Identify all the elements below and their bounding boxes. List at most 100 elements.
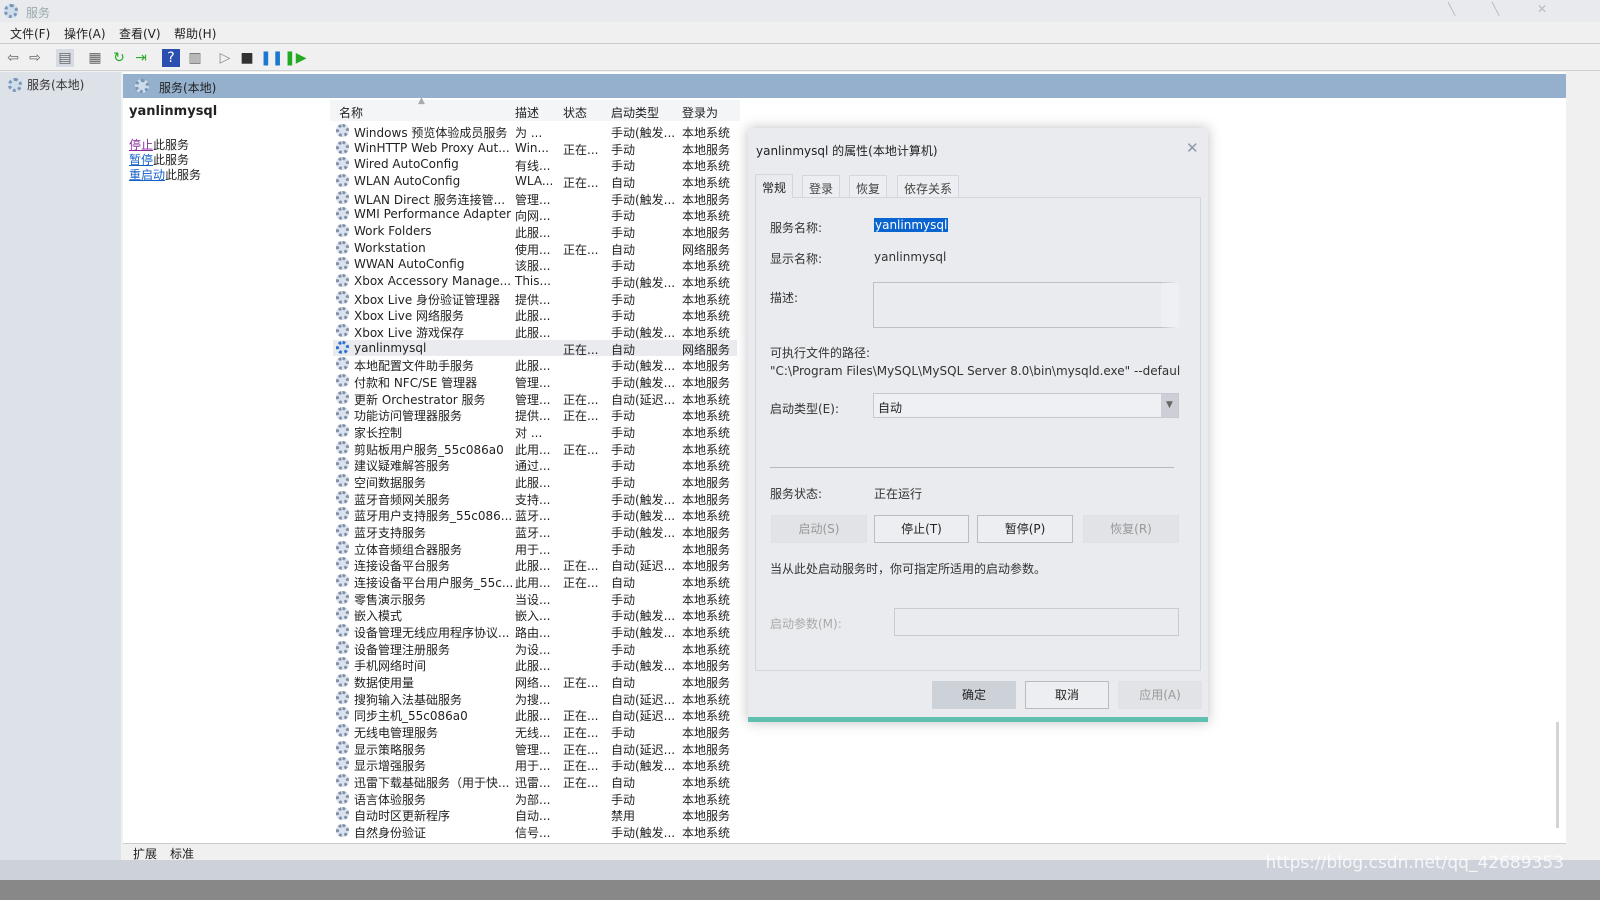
service-status: 正在... bbox=[563, 726, 599, 741]
help-icon[interactable]: ? bbox=[162, 49, 180, 67]
table-row[interactable]: WLAN AutoConfig WLA... 正在... 自动 本地系统 bbox=[333, 173, 737, 190]
table-row[interactable]: 显示策略服务 管理... 正在... 自动(延迟... 本地服务 bbox=[333, 740, 737, 757]
table-row[interactable]: 更新 Orchestrator 服务 管理... 正在... 自动(延迟... 本地系统 bbox=[333, 390, 737, 407]
table-row[interactable]: 手机网络时间 此服... 手动(触发... 本地服务 bbox=[333, 656, 737, 673]
table-row[interactable]: 付款和 NFC/SE 管理器 管理... 手动(触发... 本地服务 bbox=[333, 373, 737, 390]
table-row[interactable]: Work Folders 此服... 手动 本地服务 bbox=[333, 223, 737, 240]
restart-icon[interactable]: ❚▶ bbox=[284, 49, 307, 67]
column-header-name[interactable]: 名称 bbox=[339, 104, 363, 121]
stop-link[interactable]: 停止 bbox=[129, 138, 153, 152]
scrollbar[interactable] bbox=[1556, 722, 1559, 828]
table-row[interactable]: 同步主机_55c086a0 此服... 正在... 自动(延迟... 本地系统 bbox=[333, 706, 737, 723]
tab-recovery[interactable]: 恢复 bbox=[849, 175, 888, 198]
service-name: WWAN AutoConfig bbox=[354, 257, 465, 272]
description-textarea[interactable] bbox=[873, 282, 1179, 328]
table-row[interactable]: WLAN Direct 服务连接管... 管理... 手动(触发... 本地服务 bbox=[333, 190, 737, 207]
table-row[interactable]: 空间数据服务 此服... 手动 本地服务 bbox=[333, 473, 737, 490]
table-row[interactable]: WMI Performance Adapter 向网... 手动 本地系统 bbox=[333, 206, 737, 223]
table-row[interactable]: Workstation 使用... 正在... 自动 网络服务 bbox=[333, 240, 737, 257]
table-row[interactable]: 连接设备平台用户服务_55c... 此用... 正在... 自动 本地系统 bbox=[333, 573, 737, 590]
column-header-status[interactable]: 状态 bbox=[563, 104, 587, 121]
chevron-down-icon[interactable]: ▼ bbox=[1161, 394, 1178, 417]
table-row[interactable]: 搜狗输入法基础服务 为搜... 自动(延迟... 本地系统 bbox=[333, 690, 737, 707]
ok-button[interactable]: 确定 bbox=[932, 681, 1016, 709]
table-row[interactable]: 蓝牙用户支持服务_55c086... 蓝牙... 手动(触发... 本地系统 bbox=[333, 506, 737, 523]
back-icon[interactable]: ⇦ bbox=[4, 49, 22, 67]
pause-button[interactable]: 暂停(P) bbox=[977, 515, 1073, 543]
console-icon[interactable]: ▥ bbox=[186, 49, 204, 67]
table-row[interactable]: 迅雷下载基础服务（用于快... 迅雷... 正在... 自动 本地系统 bbox=[333, 773, 737, 790]
service-logon: 本地系统 bbox=[682, 776, 731, 791]
restart-link[interactable]: 重启动 bbox=[129, 168, 165, 182]
forward-icon[interactable]: ⇨ bbox=[26, 49, 44, 67]
table-row[interactable]: 零售演示服务 当设... 手动 本地系统 bbox=[333, 590, 737, 607]
table-row[interactable]: 蓝牙音频网关服务 支持... 手动(触发... 本地服务 bbox=[333, 490, 737, 507]
pause-icon[interactable]: ❚❚ bbox=[260, 49, 283, 67]
table-row[interactable]: 本地配置文件助手服务 此服... 手动(触发... 本地服务 bbox=[333, 356, 737, 373]
resume-button[interactable]: 恢复(R) bbox=[1083, 515, 1179, 543]
display-name-value[interactable]: yanlinmysql bbox=[874, 250, 946, 264]
close-icon[interactable]: ✕ bbox=[1537, 2, 1547, 16]
table-row[interactable]: 建议疑难解答服务 通过... 手动 本地系统 bbox=[333, 456, 737, 473]
table-row[interactable]: yanlinmysql 正在... 自动 网络服务 bbox=[333, 339, 737, 357]
table-row[interactable]: 连接设备平台服务 此服... 正在... 自动(延迟... 本地服务 bbox=[333, 556, 737, 573]
table-row[interactable]: 自然身份验证 信号... 手动(触发... 本地系统 bbox=[333, 823, 737, 840]
menu-view[interactable]: 查看(V) bbox=[119, 25, 161, 42]
table-row[interactable]: 数据使用量 网络... 正在... 自动 本地服务 bbox=[333, 673, 737, 690]
menu-help[interactable]: 帮助(H) bbox=[174, 25, 216, 42]
maximize-icon[interactable]: ╲ bbox=[1492, 2, 1499, 16]
show-hide-tree-icon[interactable]: ▤ bbox=[56, 49, 74, 67]
tree-item-services-local[interactable]: 服务(本地) bbox=[8, 76, 84, 93]
minimize-icon[interactable]: ╲ bbox=[1448, 2, 1455, 16]
menu-action[interactable]: 操作(A) bbox=[64, 25, 106, 42]
table-row[interactable]: 自动时区更新程序 自动... 禁用 本地服务 bbox=[333, 806, 737, 823]
table-row[interactable]: Wired AutoConfig 有线... 手动 本地系统 bbox=[333, 156, 737, 173]
services-gear-icon bbox=[8, 77, 22, 92]
apply-button[interactable]: 应用(A) bbox=[1118, 681, 1202, 709]
cancel-button[interactable]: 取消 bbox=[1025, 681, 1109, 709]
table-row[interactable]: WinHTTP Web Proxy Aut... Win... 正在... 手动 本地服… bbox=[333, 140, 737, 157]
table-row[interactable]: 设备管理注册服务 为设... 手动 本地系统 bbox=[333, 640, 737, 657]
tab-dependencies[interactable]: 依存关系 bbox=[897, 175, 960, 198]
table-row[interactable]: 无线电管理服务 无线... 正在... 手动 本地服务 bbox=[333, 723, 737, 740]
service-startup-type: 手动 bbox=[611, 542, 636, 557]
table-row[interactable]: 立体音频组合器服务 用于... 手动 本地服务 bbox=[333, 540, 737, 557]
service-name-value[interactable]: yanlinmysql bbox=[874, 218, 949, 232]
table-row[interactable]: 功能访问管理器服务 提供... 正在... 手动 本地系统 bbox=[333, 406, 737, 423]
table-row[interactable]: 语言体验服务 为部... 手动 本地系统 bbox=[333, 790, 737, 807]
table-row[interactable]: 剪贴板用户服务_55c086a0 此用... 正在... 手动 本地系统 bbox=[333, 440, 737, 457]
service-status-label: 服务状态: bbox=[770, 487, 823, 501]
table-row[interactable]: Xbox Live 网络服务 此服... 手动 本地系统 bbox=[333, 306, 737, 323]
start-icon[interactable]: ▷ bbox=[216, 49, 234, 67]
service-logon: 本地系统 bbox=[682, 642, 731, 657]
stop-icon[interactable]: ■ bbox=[238, 49, 256, 67]
export-icon[interactable]: ⇥ bbox=[132, 49, 150, 67]
startup-type-select[interactable]: 自动 ▼ bbox=[873, 393, 1179, 418]
table-row[interactable]: Xbox Accessory Manage... This... 手动(触发... 本… bbox=[333, 273, 737, 290]
column-header-startup-type[interactable]: 启动类型 bbox=[611, 104, 659, 121]
refresh-icon[interactable]: ↻ bbox=[110, 49, 128, 67]
table-row[interactable]: 蓝牙支持服务 蓝牙... 手动(触发... 本地服务 bbox=[333, 523, 737, 540]
close-icon[interactable]: ✕ bbox=[1186, 139, 1199, 157]
start-button[interactable]: 启动(S) bbox=[771, 515, 867, 543]
service-name: Xbox Live 游戏保存 bbox=[354, 326, 465, 341]
column-header-description[interactable]: 描述 bbox=[515, 104, 539, 121]
table-row[interactable]: 嵌入模式 嵌入... 手动(触发... 本地系统 bbox=[333, 606, 737, 623]
column-header-log-on-as[interactable]: 登录为 bbox=[682, 104, 718, 121]
table-row[interactable]: Windows 预览体验成员服务为 ... 手动(触发... 本地系统 bbox=[333, 123, 737, 140]
table-row[interactable]: WWAN AutoConfig 该服... 手动 本地系统 bbox=[333, 256, 737, 273]
table-row[interactable]: 显示增强服务 用于... 正在... 手动(触发... 本地系统 bbox=[333, 756, 737, 773]
menu-file[interactable]: 文件(F) bbox=[10, 25, 50, 42]
table-row[interactable]: Xbox Live 身份验证管理器 提供... 手动 本地系统 bbox=[333, 290, 737, 307]
tab-general[interactable]: 常规 bbox=[755, 174, 794, 198]
table-row[interactable]: 家长控制 对 ... 手动 本地系统 bbox=[333, 423, 737, 440]
path-label: 可执行文件的路径: bbox=[770, 346, 871, 360]
table-row[interactable]: Xbox Live 游戏保存 此服... 手动(触发... 本地系统 bbox=[333, 323, 737, 340]
stop-button[interactable]: 停止(T) bbox=[874, 515, 969, 543]
start-params-input[interactable] bbox=[894, 608, 1179, 636]
service-status: 正在... bbox=[563, 242, 599, 257]
tab-logon[interactable]: 登录 bbox=[802, 175, 841, 198]
table-row[interactable]: 设备管理无线应用程序协议... 路由... 手动(触发... 本地系统 bbox=[333, 623, 737, 640]
pause-link[interactable]: 暂停 bbox=[129, 153, 153, 167]
properties-icon[interactable]: ▦ bbox=[86, 49, 104, 67]
